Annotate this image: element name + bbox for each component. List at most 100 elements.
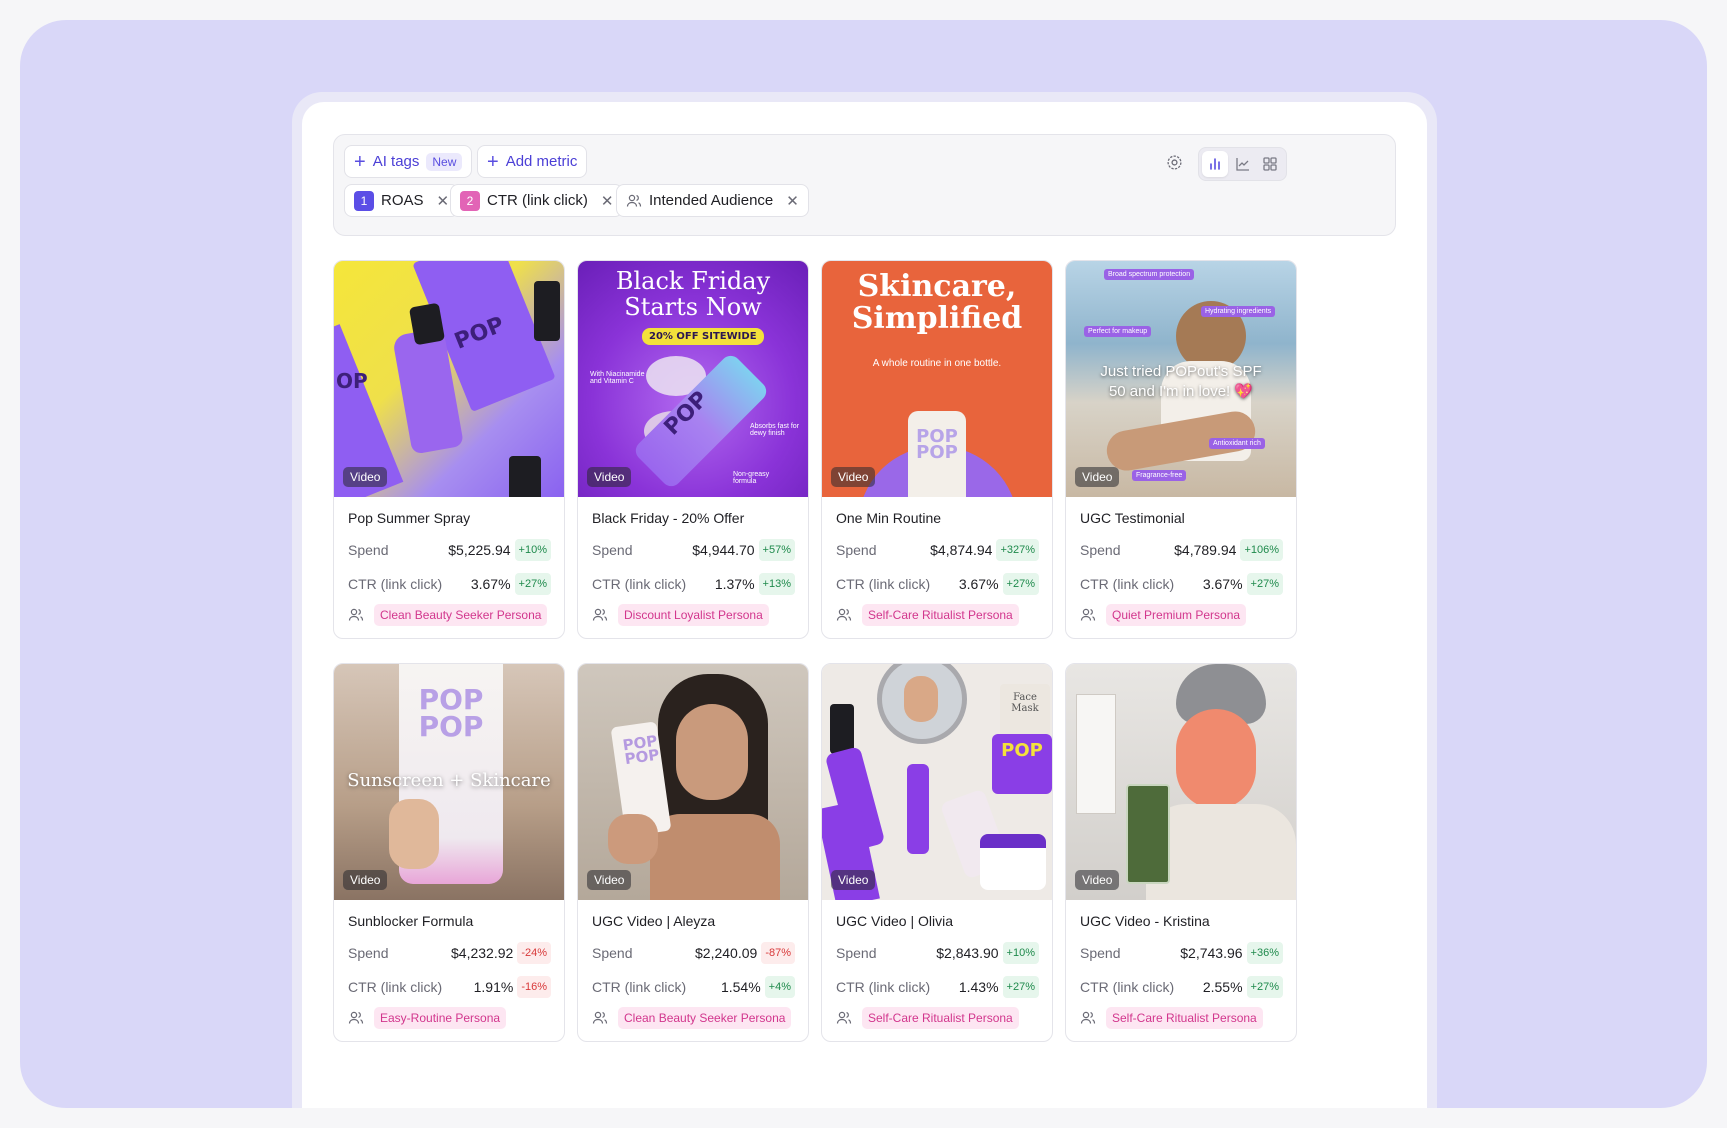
creative-card[interactable]: POP POP Sunscreen + Skincare Video Sunblo… bbox=[333, 663, 565, 1042]
creative-title: Sunblocker Formula bbox=[348, 913, 474, 929]
delta-badge: -87% bbox=[761, 942, 795, 964]
close-icon[interactable]: ✕ bbox=[437, 192, 450, 210]
creative-thumbnail[interactable]: POP OP Video bbox=[334, 261, 564, 497]
ai-tags-label: AI tags bbox=[372, 153, 420, 170]
line-chart-icon bbox=[1235, 158, 1249, 171]
persona-tag[interactable]: Discount Loyalist Persona bbox=[618, 604, 769, 626]
creative-card[interactable]: Face Mask POP Video UGC Video | Olivia Sp… bbox=[821, 663, 1053, 1042]
metric-value: 3.67% bbox=[958, 576, 999, 592]
line-chart-view-button[interactable] bbox=[1230, 151, 1256, 177]
metric-value: 3.67% bbox=[1202, 576, 1243, 592]
metric-label: Spend bbox=[836, 542, 877, 558]
filter-roas[interactable]: 1 ROAS ✕ bbox=[344, 184, 460, 217]
creative-grid: POP OP Video Pop Summer Spray Spend $5,22… bbox=[333, 260, 1297, 1042]
creative-card[interactable]: POP OP Video Pop Summer Spray Spend $5,22… bbox=[333, 260, 565, 639]
creative-thumbnail[interactable]: POP POP Sunscreen + Skincare Video bbox=[334, 664, 564, 900]
creative-title: Black Friday - 20% Offer bbox=[592, 510, 745, 526]
filter-ctr[interactable]: 2 CTR (link click) ✕ bbox=[450, 184, 624, 217]
creative-card[interactable]: Skincare, Simplified A whole routine in … bbox=[821, 260, 1053, 639]
persona-tag[interactable]: Easy-Routine Persona bbox=[374, 1007, 507, 1029]
audience-row: Self-Care Ritualist Persona bbox=[1080, 1007, 1263, 1029]
spend-row: Spend $4,944.70 +57% bbox=[592, 537, 795, 563]
audience-row: Discount Loyalist Persona bbox=[592, 604, 769, 626]
persona-tag[interactable]: Quiet Premium Persona bbox=[1106, 604, 1247, 626]
toolbar: + AI tags New + Add metric 1 ROAS ✕ 2 CT… bbox=[333, 134, 1396, 236]
persona-tag[interactable]: Self-Care Ritualist Persona bbox=[862, 1007, 1019, 1029]
video-badge: Video bbox=[587, 467, 632, 487]
video-badge: Video bbox=[1075, 870, 1120, 890]
feature-tag: Antioxidant rich bbox=[1209, 438, 1265, 449]
ctr-row: CTR (link click) 1.91% -16% bbox=[348, 974, 551, 1000]
ai-tags-button[interactable]: + AI tags New bbox=[344, 145, 473, 178]
spend-row: Spend $2,743.96 +36% bbox=[1080, 940, 1283, 966]
creative-thumbnail[interactable]: POP POP Video bbox=[578, 664, 808, 900]
creative-thumbnail[interactable]: Skincare, Simplified A whole routine in … bbox=[822, 261, 1052, 497]
metric-label: Spend bbox=[592, 945, 633, 961]
spend-row: Spend $2,843.90 +10% bbox=[836, 940, 1039, 966]
users-icon bbox=[592, 1011, 608, 1024]
users-icon bbox=[836, 608, 852, 621]
headline-text: Skincare, bbox=[857, 269, 1017, 304]
close-icon[interactable]: ✕ bbox=[601, 192, 614, 210]
filter-label: Intended Audience bbox=[649, 192, 774, 209]
persona-tag[interactable]: Clean Beauty Seeker Persona bbox=[618, 1007, 792, 1029]
plus-icon: + bbox=[354, 150, 366, 173]
audience-row: Clean Beauty Seeker Persona bbox=[348, 604, 548, 626]
creative-card[interactable]: Just tried POPout's SPF 50 and I'm in lo… bbox=[1065, 260, 1297, 639]
creative-thumbnail[interactable]: Face Mask POP Video bbox=[822, 664, 1052, 900]
close-icon[interactable]: ✕ bbox=[786, 192, 799, 210]
persona-tag[interactable]: Self-Care Ritualist Persona bbox=[862, 604, 1019, 626]
delta-badge: +4% bbox=[764, 976, 795, 998]
users-icon bbox=[1080, 1011, 1096, 1024]
video-badge: Video bbox=[587, 870, 632, 890]
persona-tag[interactable]: Self-Care Ritualist Persona bbox=[1106, 1007, 1263, 1029]
creative-thumbnail[interactable]: Black Friday Starts Now 20% OFF SITEWIDE… bbox=[578, 261, 808, 497]
creative-card[interactable]: Video UGC Video - Kristina Spend $2,743.9… bbox=[1065, 663, 1297, 1042]
filter-number-badge: 1 bbox=[354, 190, 374, 211]
creative-card[interactable]: Black Friday Starts Now 20% OFF SITEWIDE… bbox=[577, 260, 809, 639]
creative-title: UGC Video | Aleyza bbox=[592, 913, 716, 929]
brand-text: OP bbox=[336, 369, 368, 393]
metric-value: 1.91% bbox=[473, 979, 514, 995]
creative-card[interactable]: POP POP Video UGC Video | Aleyza Spend $2,… bbox=[577, 663, 809, 1042]
add-metric-button[interactable]: + Add metric bbox=[477, 145, 588, 178]
metric-label: Spend bbox=[592, 542, 633, 558]
delta-badge: +36% bbox=[1246, 942, 1283, 964]
ctr-row: CTR (link click) 1.54% +4% bbox=[592, 974, 795, 1000]
delta-badge: +27% bbox=[1002, 573, 1039, 595]
metric-label: Spend bbox=[348, 542, 389, 558]
callout-text: Absorbs fast for dewy finish bbox=[750, 423, 800, 437]
feature-tag: Broad spectrum protection bbox=[1104, 269, 1195, 280]
delta-badge: +27% bbox=[514, 573, 551, 595]
filter-intended-audience[interactable]: Intended Audience ✕ bbox=[616, 184, 809, 217]
video-badge: Video bbox=[831, 467, 876, 487]
metric-label: Spend bbox=[836, 945, 877, 961]
view-toggle bbox=[1198, 147, 1287, 181]
delta-badge: +27% bbox=[1246, 976, 1283, 998]
delta-badge: -24% bbox=[517, 942, 551, 964]
delta-badge: +57% bbox=[758, 539, 795, 561]
creative-thumbnail[interactable]: Just tried POPout's SPF 50 and I'm in lo… bbox=[1066, 261, 1296, 497]
metric-label: Spend bbox=[1080, 945, 1121, 961]
creative-title: One Min Routine bbox=[836, 510, 942, 526]
creative-title: UGC Testimonial bbox=[1080, 510, 1185, 526]
spend-row: Spend $5,225.94 +10% bbox=[348, 537, 551, 563]
metric-label: CTR (link click) bbox=[348, 576, 443, 592]
settings-icon[interactable] bbox=[1166, 154, 1183, 171]
headline-text: Black Friday bbox=[615, 267, 771, 295]
ctr-row: CTR (link click) 3.67% +27% bbox=[1080, 571, 1283, 597]
creative-thumbnail[interactable]: Video bbox=[1066, 664, 1296, 900]
headline-text: Simplified bbox=[851, 301, 1023, 336]
feature-tag: Fragrance-free bbox=[1132, 470, 1187, 481]
metric-value: 3.67% bbox=[470, 576, 511, 592]
grid-view-button[interactable] bbox=[1257, 151, 1283, 177]
headline-text: Starts Now bbox=[624, 293, 762, 321]
callout-text: Non-greasy formula bbox=[733, 471, 770, 485]
bar-chart-view-button[interactable] bbox=[1202, 151, 1228, 177]
delta-badge: +10% bbox=[1002, 942, 1039, 964]
persona-tag[interactable]: Clean Beauty Seeker Persona bbox=[374, 604, 548, 626]
delta-badge: +10% bbox=[514, 539, 551, 561]
users-icon bbox=[1080, 608, 1096, 621]
audience-row: Easy-Routine Persona bbox=[348, 1007, 507, 1029]
add-metric-label: Add metric bbox=[505, 153, 578, 170]
